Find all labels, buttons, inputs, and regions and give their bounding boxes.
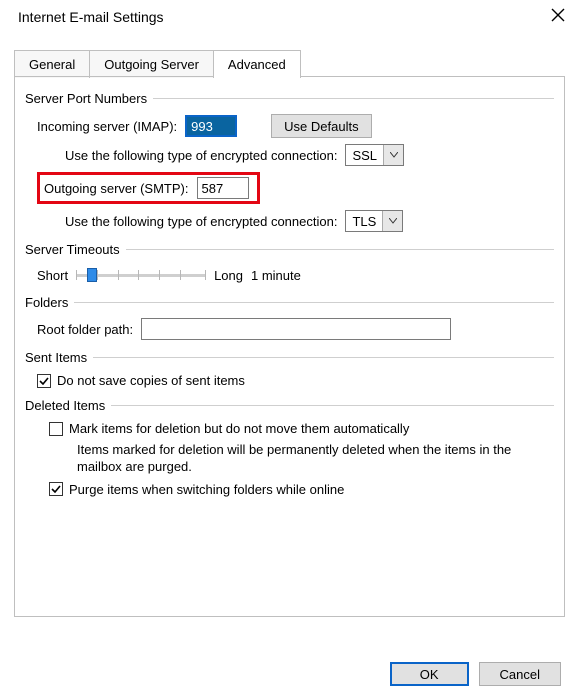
dont-save-copies-label: Do not save copies of sent items (57, 373, 245, 388)
tab-content-advanced: Server Port Numbers Incoming server (IMA… (14, 77, 565, 617)
outgoing-encryption-select[interactable]: TLS (345, 210, 403, 232)
tab-outgoing-server[interactable]: Outgoing Server (89, 50, 214, 78)
group-server-port-numbers: Server Port Numbers Incoming server (IMA… (25, 91, 554, 232)
group-title: Sent Items (25, 350, 87, 365)
email-settings-window: Internet E-mail Settings General Outgoin… (0, 0, 579, 700)
group-title: Server Timeouts (25, 242, 120, 257)
outgoing-server-port-input[interactable] (197, 177, 249, 199)
purge-items-label: Purge items when switching folders while… (69, 482, 344, 497)
mark-for-deletion-checkbox[interactable]: Mark items for deletion but do not move … (49, 421, 409, 436)
use-defaults-button[interactable]: Use Defaults (271, 114, 371, 138)
group-sent-items: Sent Items Do not save copies of sent it… (25, 350, 554, 388)
tabstrip: General Outgoing Server Advanced (14, 49, 565, 77)
timeout-slider[interactable] (76, 265, 206, 285)
timeout-value: 1 minute (251, 268, 301, 283)
group-title: Deleted Items (25, 398, 105, 413)
deletion-note: Items marked for deletion will be perman… (77, 442, 537, 476)
group-title: Server Port Numbers (25, 91, 147, 106)
tab-advanced[interactable]: Advanced (213, 50, 301, 78)
root-folder-path-input[interactable] (141, 318, 451, 340)
group-server-timeouts: Server Timeouts Short Long 1 minute (25, 242, 554, 285)
mark-for-deletion-label: Mark items for deletion but do not move … (69, 421, 409, 436)
chevron-down-icon (383, 145, 403, 165)
ok-button[interactable]: OK (390, 662, 469, 686)
titlebar: Internet E-mail Settings (0, 0, 579, 31)
outgoing-server-highlight: Outgoing server (SMTP): (37, 172, 260, 204)
dont-save-copies-checkbox[interactable]: Do not save copies of sent items (37, 373, 245, 388)
outgoing-server-label: Outgoing server (SMTP): (44, 181, 189, 196)
window-title: Internet E-mail Settings (18, 9, 164, 25)
group-folders: Folders Root folder path: (25, 295, 554, 340)
group-deleted-items: Deleted Items Mark items for deletion bu… (25, 398, 554, 497)
group-title: Folders (25, 295, 68, 310)
incoming-encryption-select[interactable]: SSL (345, 144, 404, 166)
outgoing-encryption-label: Use the following type of encrypted conn… (65, 214, 337, 229)
incoming-encryption-label: Use the following type of encrypted conn… (65, 148, 337, 163)
dialog-button-bar: OK Cancel (390, 662, 561, 686)
cancel-button[interactable]: Cancel (479, 662, 561, 686)
purge-items-checkbox[interactable]: Purge items when switching folders while… (49, 482, 344, 497)
close-icon[interactable] (551, 8, 565, 25)
root-folder-label: Root folder path: (37, 322, 133, 337)
tab-general[interactable]: General (14, 50, 90, 78)
timeout-long-label: Long (214, 268, 243, 283)
timeout-short-label: Short (37, 268, 68, 283)
incoming-server-port-input[interactable] (185, 115, 237, 137)
chevron-down-icon (382, 211, 402, 231)
incoming-server-label: Incoming server (IMAP): (37, 119, 177, 134)
